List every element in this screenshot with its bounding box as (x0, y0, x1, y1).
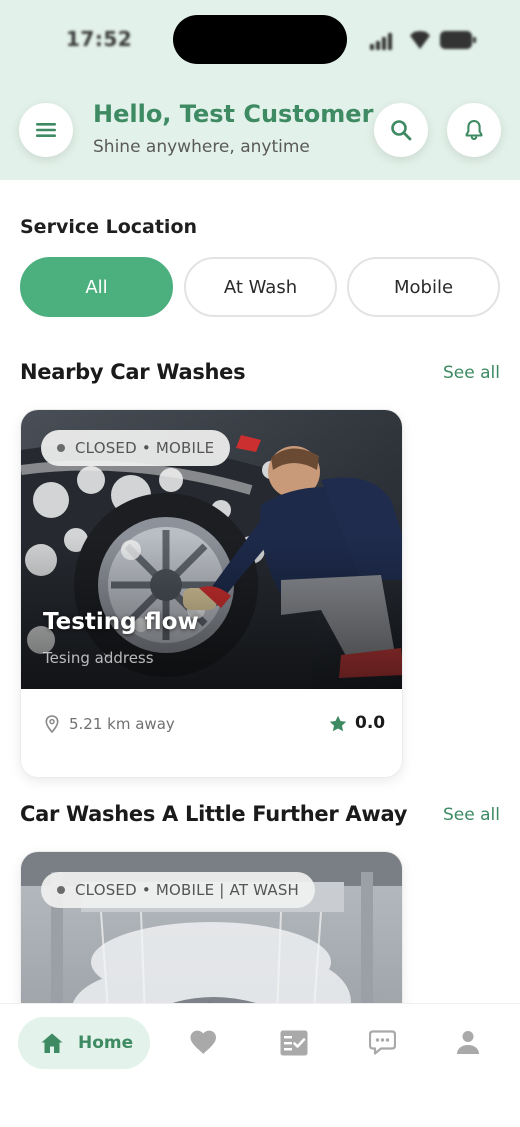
status-badge: CLOSED • MOBILE | AT WASH (41, 872, 316, 908)
signal-icon (376, 41, 380, 50)
car-wash-card[interactable]: CLOSED • MOBILE Testing flow Tesing addr… (20, 409, 403, 778)
hamburger-menu-icon (36, 123, 56, 137)
status-dot (57, 886, 65, 894)
location-pin-icon (45, 715, 59, 733)
search-icon (391, 120, 412, 141)
filter-chip-label: All (85, 276, 108, 298)
nearby-section-title: Nearby Car Washes (20, 360, 246, 384)
checklist-icon[interactable] (280, 1030, 308, 1056)
filter-chip-at-wash[interactable]: At Wash (184, 257, 337, 317)
status-badge: CLOSED • MOBILE (41, 430, 231, 466)
rating-value: 0.0 (355, 713, 386, 733)
greeting-subtitle: Shine anywhere, anytime (93, 137, 310, 157)
nearby-see-all-link[interactable]: See all (443, 363, 500, 383)
status-badge-text: CLOSED • MOBILE (75, 439, 215, 457)
bell-icon (465, 119, 483, 141)
distance-text: 5.21 km away (69, 715, 175, 733)
battery-icon (440, 31, 476, 49)
chat-icon[interactable] (369, 1030, 396, 1055)
service-location-label: Service Location (20, 216, 198, 238)
signal-icon (382, 37, 386, 50)
car-wash-name: Testing flow (43, 609, 199, 635)
status-icons (370, 30, 480, 50)
profile-icon[interactable] (456, 1030, 480, 1055)
app-header: 17:52 Hello, Test Customer Shine anywher… (0, 0, 520, 180)
bottom-navigation: Home (0, 1003, 520, 1127)
status-badge-text: CLOSED • MOBILE | AT WASH (75, 881, 300, 899)
signal-icon (370, 44, 374, 50)
heart-icon[interactable] (190, 1030, 217, 1055)
nav-home-label: Home (78, 1033, 134, 1053)
search-button[interactable] (374, 103, 428, 157)
filter-chip-label: At Wash (223, 276, 298, 298)
wifi-icon (410, 31, 430, 49)
menu-button[interactable] (19, 103, 73, 157)
notifications-button[interactable] (447, 103, 501, 157)
home-icon (41, 1033, 63, 1053)
car-wash-address: Tesing address (43, 649, 154, 667)
filter-chip-mobile[interactable]: Mobile (347, 257, 500, 317)
filter-chip-label: Mobile (393, 276, 454, 298)
star-icon (329, 715, 347, 732)
status-dot (57, 444, 65, 452)
signal-icon (388, 33, 392, 50)
car-wash-photo: CLOSED • MOBILE Testing flow Tesing addr… (21, 410, 402, 689)
dynamic-island (173, 15, 347, 64)
filter-chip-all[interactable]: All (20, 257, 173, 317)
status-time: 17:52 (66, 27, 133, 51)
nav-home-tab[interactable]: Home (18, 1017, 150, 1069)
further-see-all-link[interactable]: See all (443, 805, 500, 825)
card-footer: 5.21 km away 0.0 (21, 689, 402, 761)
further-section-title: Car Washes A Little Further Away (20, 802, 408, 826)
greeting-title: Hello, Test Customer (93, 100, 374, 128)
